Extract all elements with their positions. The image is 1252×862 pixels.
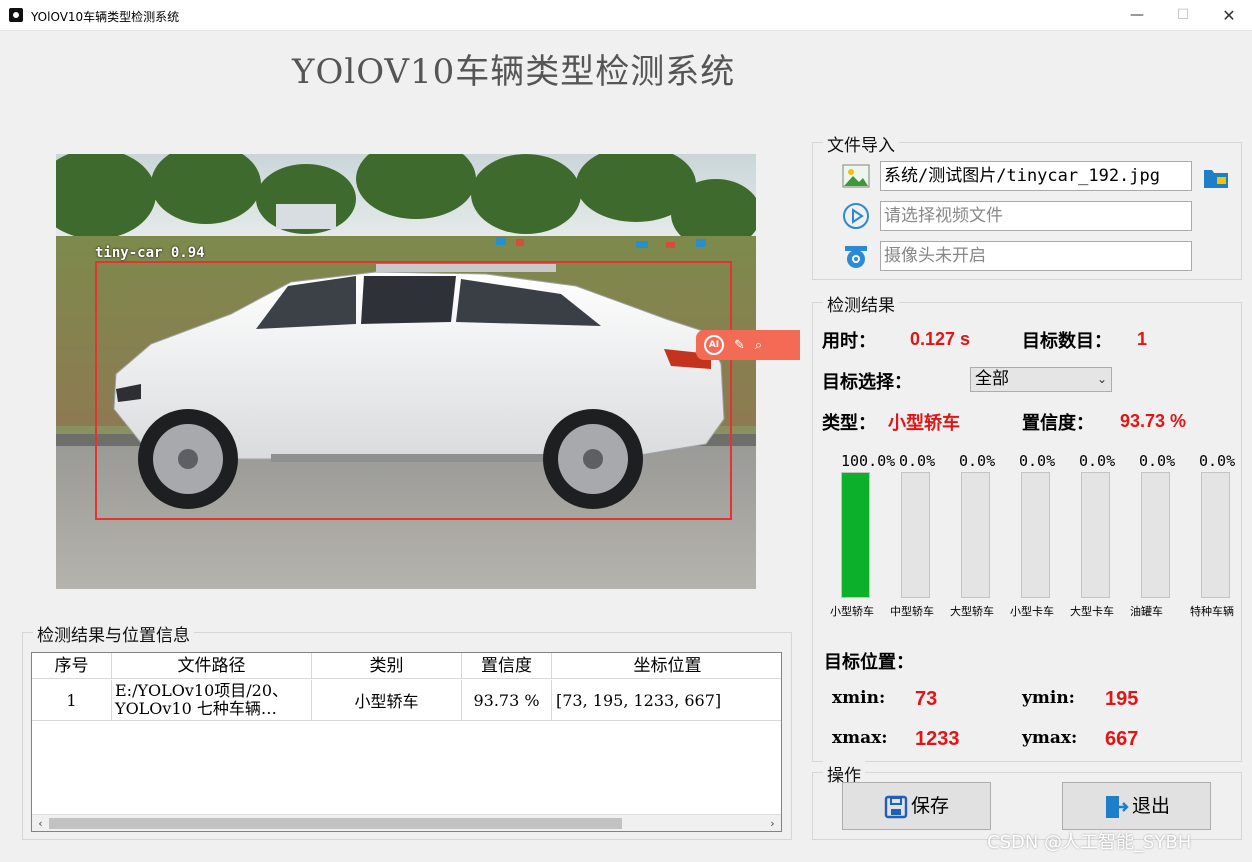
bar-percent-label: 0.0% [899,452,936,470]
bar-percent-label: 0.0% [1199,452,1236,470]
ymin-value: 195 [1105,688,1139,710]
result-table[interactable]: 序号 文件路径 类别 置信度 坐标位置 1 E:/YOLOv10项目/20、 Y… [31,652,782,832]
bar-track [1021,472,1050,598]
chevron-down-icon: ⌄ [1096,372,1107,386]
xmax-value: 1233 [915,728,960,750]
scroll-left-icon[interactable]: ‹ [32,815,49,831]
ai-image-toolbar[interactable]: AI ✎ ⌕ [696,330,800,360]
xmin-label: xmin: [832,688,886,708]
target-select-label: 目标选择： [822,372,912,393]
bar-category-label: 小型轿车 [830,605,874,618]
window-title: YOlOV10车辆类型检测系统 [31,10,180,24]
video-file-field[interactable]: 请选择视频文件 [880,201,1192,231]
result-table-title: 检测结果与位置信息 [33,621,194,646]
header-coords[interactable]: 坐标位置 [552,653,781,679]
bar-percent-label: 100.0% [841,452,896,470]
cell-file-path-line2: YOLOv10 七种车辆… [115,699,277,718]
target-count-value: 1 [1137,329,1148,349]
bar-category-label: 特种车辆 [1190,605,1234,618]
bar-category-label: 中型轿车 [890,605,934,618]
table-header: 序号 文件路径 类别 置信度 坐标位置 [32,653,781,679]
cell-index: 1 [32,680,112,720]
horizontal-scrollbar[interactable]: ‹ › [32,814,781,831]
minimize-button[interactable]: — [1114,0,1160,31]
type-label: 类型： [822,413,876,434]
detection-results-title: 检测结果 [823,291,899,316]
bar-percent-label: 0.0% [1139,452,1176,470]
ai-icon[interactable]: AI [704,335,724,355]
magic-wand-icon[interactable]: ✎ [734,338,745,353]
scrollbar-thumb[interactable] [49,818,622,829]
save-icon [884,795,908,818]
save-button-label: 保存 [910,795,949,817]
ymin-label: ymin: [1022,688,1075,708]
ymax-label: ymax: [1022,728,1078,748]
close-button[interactable]: ✕ [1206,0,1252,31]
ymax-value: 667 [1105,728,1139,750]
exit-button[interactable]: 退出 [1062,782,1211,830]
target-position-label: 目标位置： [824,652,914,673]
time-label: 用时： [822,331,876,352]
search-icon[interactable]: ⌕ [755,338,762,353]
image-file-icon[interactable] [842,162,870,190]
open-folder-icon[interactable] [1202,163,1230,191]
bar-category-label: 大型轿车 [950,605,994,618]
detection-bounding-box [95,261,732,520]
window-titlebar: YOlOV10车辆类型检测系统 — ☐ ✕ [0,0,1252,31]
bar-track [1201,472,1230,598]
page-title: YOlOV10车辆类型检测系统 [292,52,736,92]
row-divider [32,720,781,721]
bar-fill [842,473,869,597]
bar-category-label: 小型卡车 [1010,605,1054,618]
exit-button-label: 退出 [1131,795,1170,817]
cell-category: 小型轿车 [312,680,462,720]
cell-confidence: 93.73 % [462,680,552,720]
target-select-value: 全部 [975,369,1009,389]
camera-status-field[interactable]: 摄像头未开启 [880,241,1192,271]
maximize-button[interactable]: ☐ [1160,0,1206,31]
camera-icon[interactable] [842,242,870,270]
cell-file-path-line1: E:/YOLOv10项目/20、 [115,681,289,700]
header-confidence[interactable]: 置信度 [462,653,552,679]
target-select-dropdown[interactable]: 全部 ⌄ [970,367,1112,392]
time-value: 0.127 s [910,329,971,349]
header-category[interactable]: 类别 [312,653,462,679]
confidence-value: 93.73 % [1120,411,1187,431]
xmax-label: xmax: [832,728,888,748]
bar-track [901,472,930,598]
app-logo-icon [9,8,23,22]
image-path-field[interactable]: 系统/测试图片/tinycar_192.jpg [880,161,1192,191]
bar-track [1081,472,1110,598]
save-button[interactable]: 保存 [842,782,991,830]
cell-file-path: E:/YOLOv10项目/20、 YOLOv10 七种车辆… [112,680,312,720]
detection-box-label: tiny-car 0.94 [95,245,205,261]
bar-category-label: 大型卡车 [1070,605,1114,618]
watermark: CSDN @人工智能_SYBH [987,832,1192,853]
type-value: 小型轿车 [888,413,960,434]
bar-track [1141,472,1170,598]
cell-coords: [73, 195, 1233, 667] [556,690,722,710]
detection-image: tiny-car 0.94 [56,154,756,589]
header-file-path[interactable]: 文件路径 [112,653,312,679]
bar-percent-label: 0.0% [1019,452,1056,470]
target-count-label: 目标数目： [1022,331,1112,352]
bar-percent-label: 0.0% [959,452,996,470]
header-index[interactable]: 序号 [32,653,112,679]
bar-track [841,472,870,598]
video-play-icon[interactable] [842,202,870,230]
bar-percent-label: 0.0% [1079,452,1116,470]
bar-track [961,472,990,598]
exit-icon [1105,795,1129,818]
confidence-label: 置信度： [1022,413,1094,434]
bar-category-label: 油罐车 [1130,605,1163,618]
file-import-title: 文件导入 [823,131,899,156]
scroll-right-icon[interactable]: › [764,815,781,831]
xmin-value: 73 [915,688,938,710]
